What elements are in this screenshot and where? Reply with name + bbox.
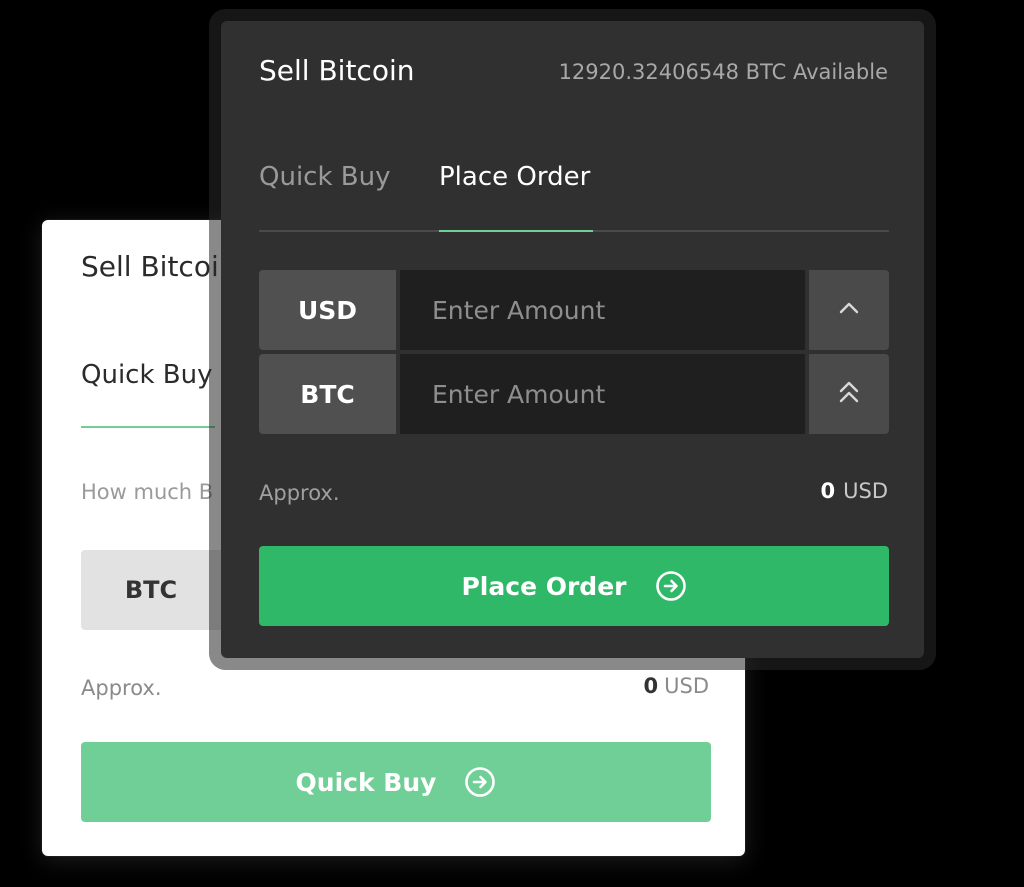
back-tab-quick-buy[interactable]: Quick Buy bbox=[81, 360, 213, 390]
back-quick-buy-button-label: Quick Buy bbox=[295, 767, 437, 797]
approx-label: Approx. bbox=[259, 481, 340, 505]
place-order-button-label: Place Order bbox=[461, 571, 627, 601]
active-tab-underline bbox=[439, 230, 593, 232]
usd-stepper-button[interactable] bbox=[809, 270, 889, 350]
back-approx-number: 0 bbox=[643, 674, 659, 698]
double-chevron-up-icon bbox=[836, 377, 862, 411]
tab-quick-buy[interactable]: Quick Buy bbox=[259, 162, 391, 192]
back-quick-buy-button[interactable]: Quick Buy bbox=[81, 742, 711, 822]
card-title: Sell Bitcoin bbox=[259, 54, 415, 87]
back-approx-unit: USD bbox=[664, 674, 709, 698]
btc-stepper-button[interactable] bbox=[809, 354, 889, 434]
back-amount-prompt: How much B bbox=[81, 480, 214, 504]
back-approx-label: Approx. bbox=[81, 676, 162, 700]
usd-amount-input[interactable] bbox=[400, 270, 805, 350]
arrow-right-circle-icon bbox=[655, 570, 687, 602]
chevron-up-icon bbox=[836, 295, 862, 325]
arrow-right-circle-icon bbox=[464, 766, 496, 798]
place-order-button[interactable]: Place Order bbox=[259, 546, 889, 626]
back-tab-underline bbox=[81, 426, 215, 428]
available-balance: 12920.32406548 BTC Available bbox=[558, 60, 888, 84]
back-currency-label: BTC bbox=[81, 550, 221, 630]
btc-amount-row: BTC bbox=[259, 354, 889, 434]
back-approx-value: 0 USD bbox=[644, 674, 710, 698]
tab-place-order[interactable]: Place Order bbox=[439, 162, 590, 192]
btc-currency-label: BTC bbox=[259, 354, 396, 434]
approx-unit: USD bbox=[843, 479, 888, 503]
approx-value: 0 USD bbox=[821, 479, 889, 503]
btc-amount-input[interactable] bbox=[400, 354, 805, 434]
approx-number: 0 bbox=[820, 479, 836, 503]
usd-amount-row: USD bbox=[259, 270, 889, 350]
usd-currency-label: USD bbox=[259, 270, 396, 350]
sell-bitcoin-card: Sell Bitcoin 12920.32406548 BTC Availabl… bbox=[221, 21, 924, 658]
back-card-title: Sell Bitcoi bbox=[81, 250, 219, 283]
